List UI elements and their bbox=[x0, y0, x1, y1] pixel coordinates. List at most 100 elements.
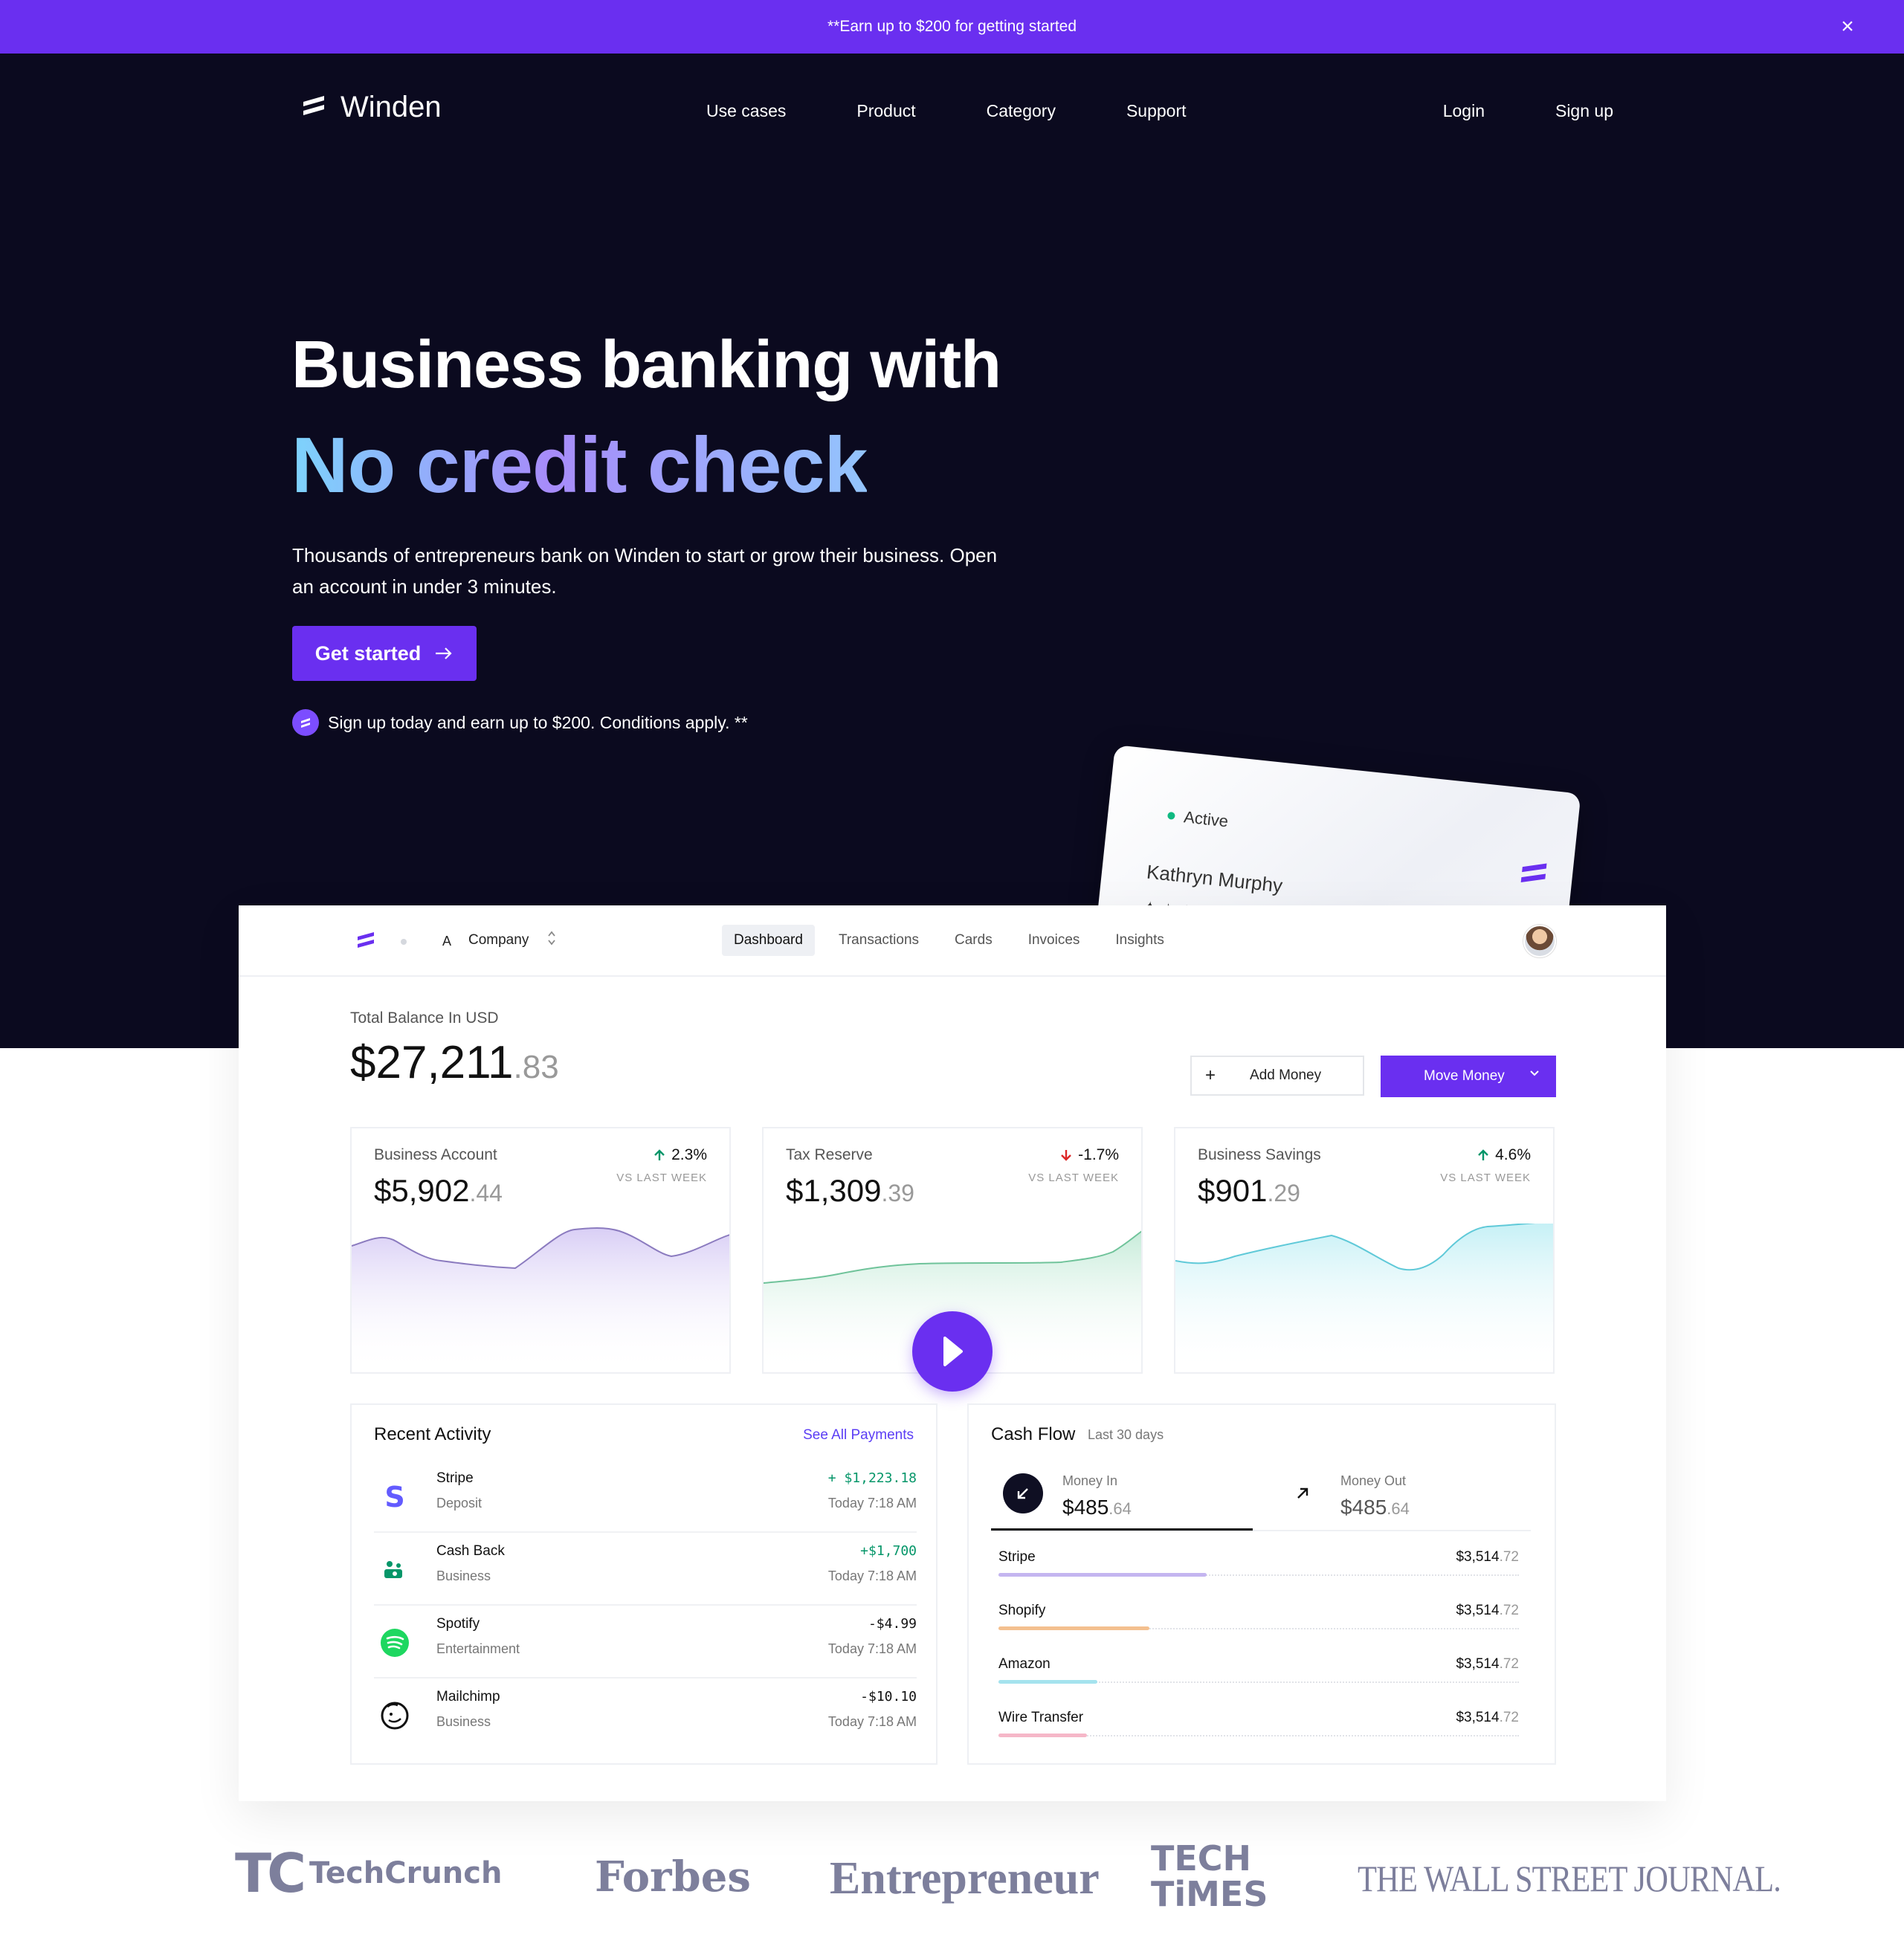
wsj-logo[interactable]: THE WALL STREET JOURNAL. bbox=[1358, 1857, 1781, 1900]
arrow-up-icon bbox=[1478, 1149, 1488, 1160]
cash-flow-amount: $3,514.72 bbox=[1456, 1603, 1519, 1619]
cash-flow-amount: $3,514.72 bbox=[1456, 1549, 1519, 1566]
activity-name: Spotify bbox=[436, 1616, 480, 1632]
hero-title: Business banking with bbox=[291, 328, 1001, 402]
entrepreneur-logo[interactable]: Entrepreneur bbox=[830, 1852, 1100, 1905]
nav-category[interactable]: Category bbox=[987, 101, 1056, 121]
cash-flow-period[interactable]: Last 30 days bbox=[1088, 1427, 1164, 1443]
account-change: 4.6% bbox=[1477, 1146, 1531, 1164]
activity-row[interactable]: Cash Back Business +$1,700 Today 7:18 AM bbox=[374, 1533, 917, 1606]
company-initial: A bbox=[442, 933, 451, 949]
mailchimp-icon bbox=[374, 1695, 416, 1736]
get-started-button[interactable]: Get started bbox=[292, 626, 477, 681]
cash-flow-amount-whole: $3,514 bbox=[1456, 1549, 1500, 1565]
account-balance-whole: $901 bbox=[1198, 1173, 1268, 1208]
cash-flow-panel: Cash Flow Last 30 days Money In $485.64 … bbox=[967, 1403, 1556, 1765]
activity-row[interactable]: Spotify Entertainment -$4.99 Today 7:18 … bbox=[374, 1606, 917, 1678]
cash-flow-amount-cents: .72 bbox=[1499, 1710, 1519, 1725]
tab-insights[interactable]: Insights bbox=[1103, 925, 1175, 956]
signup-link[interactable]: Sign up bbox=[1555, 101, 1613, 121]
cash-flow-row[interactable]: Wire Transfer $3,514.72 bbox=[998, 1710, 1519, 1763]
account-card-savings[interactable]: Business Savings $901.29 4.6% VS LAST WE… bbox=[1174, 1127, 1555, 1374]
money-in-arrow-icon[interactable] bbox=[1003, 1473, 1043, 1513]
chevron-down-icon[interactable] bbox=[1528, 1066, 1541, 1079]
nav-support[interactable]: Support bbox=[1126, 101, 1187, 121]
cash-flow-source: Amazon bbox=[998, 1656, 1051, 1672]
techcrunch-logo[interactable]: TC TechCrunch bbox=[235, 1846, 503, 1900]
play-video-button[interactable] bbox=[912, 1311, 993, 1392]
dashboard-logo-icon[interactable] bbox=[355, 929, 377, 951]
total-balance-label: Total Balance In USD bbox=[350, 1009, 499, 1027]
activity-row[interactable]: Mailchimp Business -$10.10 Today 7:18 AM bbox=[374, 1678, 917, 1751]
dashboard-nav: A Company Dashboard Transactions Cards I… bbox=[239, 905, 1666, 977]
move-money-button[interactable]: Move Money bbox=[1381, 1056, 1556, 1097]
brand-name: Winden bbox=[341, 91, 442, 123]
cash-flow-amount: $3,514.72 bbox=[1456, 1656, 1519, 1673]
cashback-icon bbox=[374, 1549, 416, 1591]
tab-transactions[interactable]: Transactions bbox=[827, 925, 931, 956]
arrow-up-icon bbox=[654, 1149, 665, 1160]
cash-flow-bar bbox=[998, 1573, 1207, 1577]
user-avatar[interactable] bbox=[1523, 925, 1556, 957]
nav-product[interactable]: Product bbox=[856, 101, 915, 121]
brand-logo[interactable]: Winden bbox=[297, 91, 442, 124]
tech-times-logo[interactable]: TECH TiMES bbox=[1151, 1841, 1268, 1912]
add-money-label: Add Money bbox=[1250, 1067, 1322, 1083]
move-money-label: Move Money bbox=[1424, 1068, 1505, 1084]
separator-dot bbox=[401, 939, 407, 945]
activity-time: Today 7:18 AM bbox=[827, 1568, 917, 1583]
login-link[interactable]: Login bbox=[1443, 101, 1485, 121]
money-out-label: Money Out bbox=[1340, 1473, 1407, 1488]
tab-cards[interactable]: Cards bbox=[943, 925, 1004, 956]
cash-flow-title: Cash Flow bbox=[991, 1424, 1076, 1444]
activity-name: Stripe bbox=[436, 1470, 474, 1486]
money-in-cents: .64 bbox=[1108, 1499, 1132, 1518]
add-money-button[interactable]: + Add Money bbox=[1190, 1056, 1364, 1096]
card-holder: Kathryn Murphy bbox=[1145, 860, 1284, 897]
cash-flow-amount-cents: .72 bbox=[1499, 1656, 1519, 1672]
auth-links: Login Sign up bbox=[1372, 101, 1613, 121]
account-balance-whole: $5,902 bbox=[374, 1173, 470, 1208]
money-in-value: $485.64 bbox=[1062, 1496, 1132, 1519]
see-all-payments-link[interactable]: See All Payments bbox=[803, 1427, 914, 1444]
money-in-whole: $485 bbox=[1062, 1496, 1109, 1519]
close-icon[interactable]: × bbox=[1836, 15, 1859, 39]
cash-flow-row[interactable]: Amazon $3,514.72 bbox=[998, 1656, 1519, 1710]
top-nav: Winden Use cases Product Category Suppor… bbox=[0, 54, 1904, 169]
nav-use-cases[interactable]: Use cases bbox=[706, 101, 786, 121]
cash-flow-source: Stripe bbox=[998, 1549, 1036, 1565]
cash-flow-amount-whole: $3,514 bbox=[1456, 1656, 1500, 1672]
cash-flow-source: Shopify bbox=[998, 1603, 1046, 1618]
hero-lead: Thousands of entrepreneurs bank on Winde… bbox=[292, 544, 998, 598]
activity-time: Today 7:18 AM bbox=[827, 1496, 917, 1510]
money-out-whole: $485 bbox=[1340, 1496, 1387, 1519]
cash-flow-bar bbox=[998, 1734, 1087, 1737]
get-started-label: Get started bbox=[314, 642, 422, 665]
cash-flow-bar bbox=[998, 1626, 1149, 1630]
sort-chevrons-icon[interactable] bbox=[546, 929, 557, 947]
money-out-arrow-icon[interactable] bbox=[1282, 1473, 1323, 1513]
cash-flow-row[interactable]: Shopify $3,514.72 bbox=[998, 1603, 1519, 1656]
tab-dashboard[interactable]: Dashboard bbox=[722, 925, 815, 956]
account-vs-label: VS LAST WEEK bbox=[616, 1172, 707, 1184]
forbes-logo[interactable]: Forbes bbox=[595, 1852, 751, 1902]
activity-category: Business bbox=[436, 1714, 491, 1729]
cash-flow-row[interactable]: Stripe $3,514.72 bbox=[998, 1549, 1519, 1603]
money-out-value: $485.64 bbox=[1340, 1496, 1410, 1519]
money-out-cents: .64 bbox=[1387, 1499, 1410, 1518]
company-selector[interactable]: Company bbox=[468, 932, 529, 949]
signup-note-text: Sign up today and earn up to $200. Condi… bbox=[328, 712, 748, 732]
nav-links: Use cases Product Category Support bbox=[706, 101, 1257, 121]
activity-row[interactable]: S Stripe Deposit + $1,223.18 Today 7:18 … bbox=[374, 1460, 917, 1533]
tech-times-line1: TECH bbox=[1151, 1838, 1252, 1878]
tab-invoices[interactable]: Invoices bbox=[1016, 925, 1092, 956]
account-card-business[interactable]: Business Account $5,902.44 2.3% VS LAST … bbox=[350, 1127, 731, 1374]
promo-banner: **Earn up to $200 for getting started × bbox=[0, 0, 1904, 54]
spotify-icon bbox=[374, 1622, 416, 1664]
activity-amount: +$1,700 bbox=[860, 1543, 917, 1559]
total-balance-cents: .83 bbox=[513, 1049, 559, 1085]
account-change-value: 4.6% bbox=[1495, 1146, 1531, 1163]
techcrunch-wordmark: TechCrunch bbox=[309, 1856, 503, 1890]
stripe-icon: S bbox=[384, 1481, 405, 1513]
cash-flow-amount-whole: $3,514 bbox=[1456, 1603, 1500, 1618]
